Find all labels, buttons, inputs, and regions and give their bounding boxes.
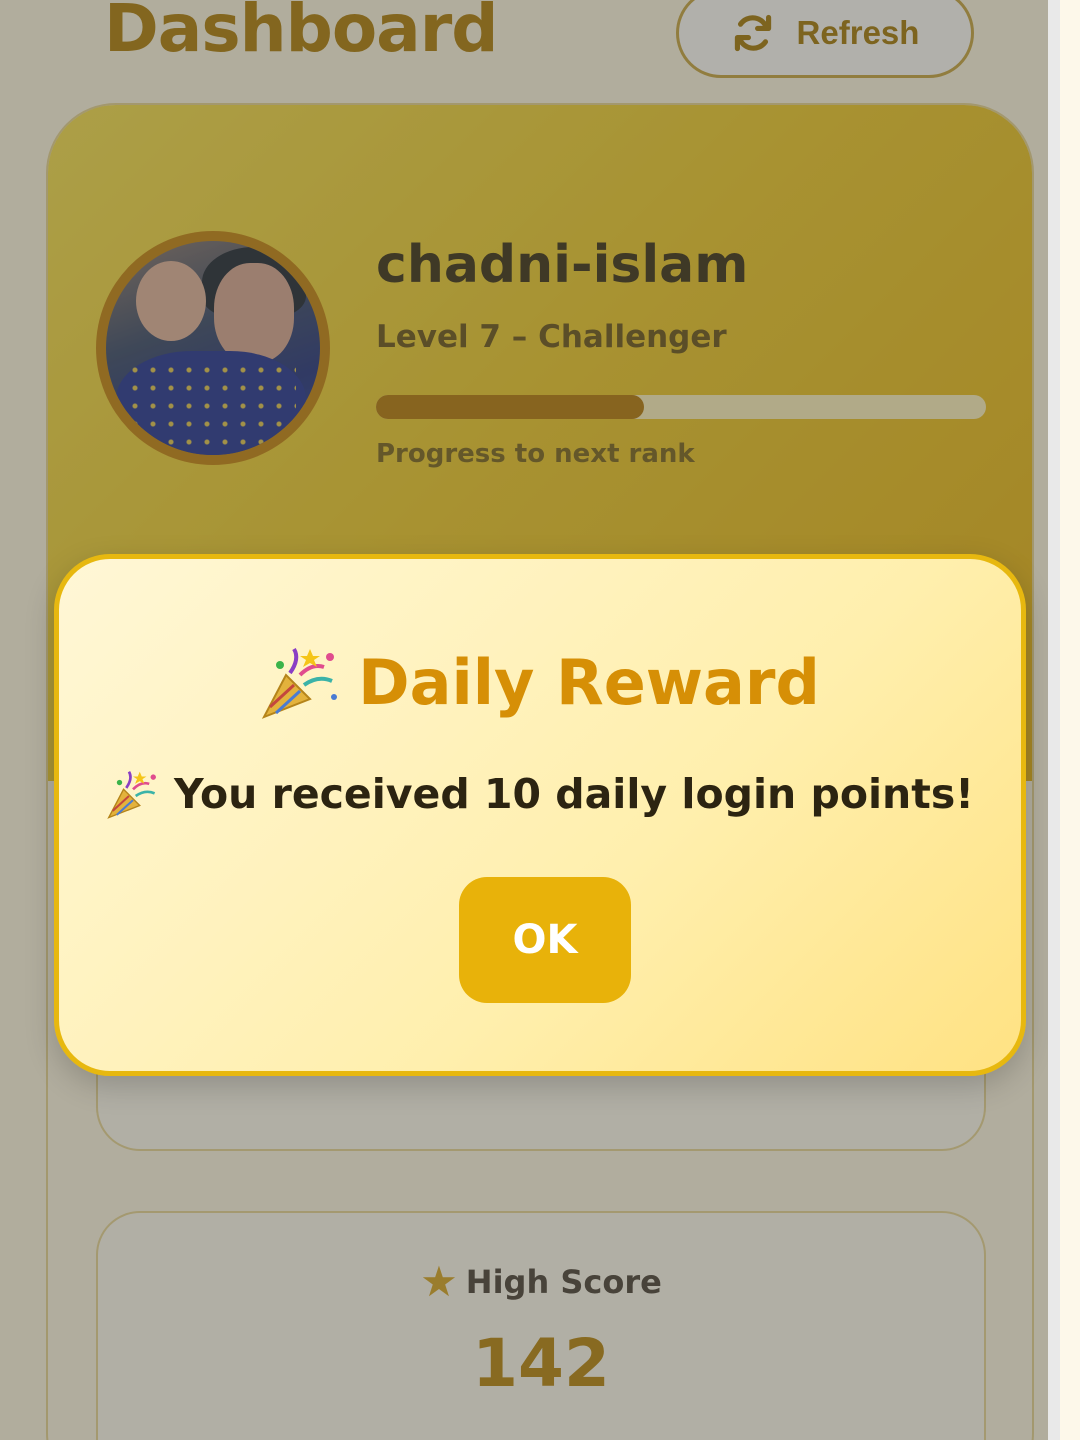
modal-message: You received 10 daily login points! <box>174 770 974 818</box>
modal-message-row: You received 10 daily login points! <box>59 769 1021 819</box>
party-popper-icon <box>260 645 340 719</box>
daily-reward-modal: Daily Reward You received 10 daily login… <box>54 554 1026 1076</box>
scrollbar-track[interactable] <box>1048 0 1060 1440</box>
ok-button[interactable]: OK <box>459 877 631 1003</box>
dashboard-page: Dashboard Refresh chadni-islam Level 7 –… <box>0 0 1048 1440</box>
screen-edge <box>1060 0 1080 1440</box>
party-popper-icon <box>106 769 160 819</box>
modal-title: Daily Reward <box>358 645 820 719</box>
modal-title-row: Daily Reward <box>59 645 1021 719</box>
